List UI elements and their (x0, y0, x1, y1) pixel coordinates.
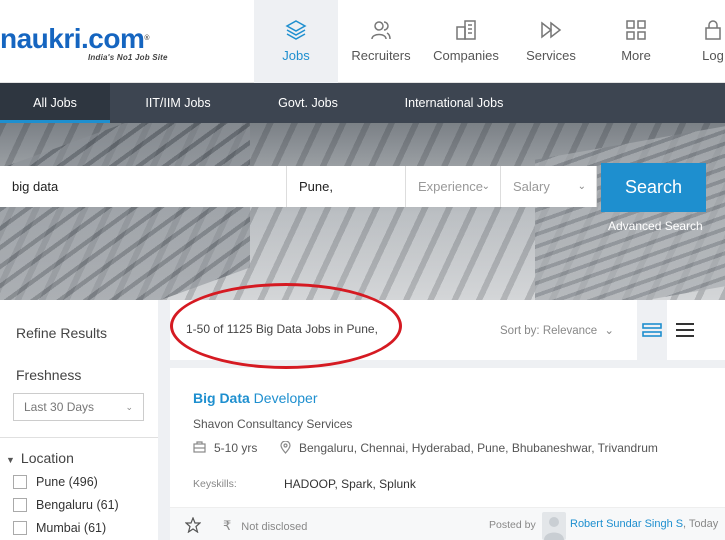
salary-select[interactable]: Salary ⌄ (501, 166, 597, 207)
job-title-link[interactable]: Big Data Developer (193, 390, 318, 406)
chevron-down-icon: ⌄ (604, 325, 615, 337)
nav-login-label: Log (702, 48, 724, 63)
nav-services-label: Services (526, 48, 576, 63)
location-filter-label: Location (20, 450, 74, 466)
location-option-label: Bengaluru (61) (36, 498, 119, 512)
location-option-label: Mumbai (61) (36, 521, 107, 535)
posted-by-label: Posted by (489, 519, 536, 531)
list-view-icon (642, 323, 662, 337)
checkbox[interactable] (13, 498, 27, 512)
location-option-bengaluru[interactable]: Bengaluru (61) (13, 498, 119, 512)
job-title-rest: Developer (249, 390, 318, 406)
job-category-tabs: All Jobs IIT/IIM Jobs Govt. Jobs Interna… (0, 83, 725, 123)
location-option-label: Pune (496) (36, 475, 98, 489)
nav-jobs-label: Jobs (282, 48, 310, 63)
nav-companies-label: Companies (433, 48, 499, 63)
briefcase-icon (193, 441, 206, 453)
users-icon (371, 21, 391, 40)
chevron-down-icon: ⌄ (481, 181, 490, 192)
person-icon (544, 517, 564, 540)
top-navigation-bar: naukri.com® India's No1 Job Site Jobs Re… (0, 0, 725, 83)
caret-down-icon: ▼ (6, 455, 15, 465)
experience-value: 5-10 yrs (214, 441, 258, 455)
tab-govt-jobs[interactable]: Govt. Jobs (262, 83, 354, 123)
tab-all-jobs[interactable]: All Jobs (0, 83, 110, 123)
job-title-highlight: Big Data (193, 390, 250, 406)
freshness-select[interactable]: Last 30 Days ⌄ (13, 393, 144, 421)
nav-companies[interactable]: Companies (424, 0, 508, 83)
checkbox[interactable] (13, 475, 27, 489)
location-pin-icon (280, 440, 291, 454)
sidebar-divider (0, 437, 158, 438)
nav-more-label: More (621, 48, 651, 63)
job-locations-value: Bengaluru, Chennai, Hyderabad, Pune, Bhu… (299, 441, 658, 455)
list-view-toggle[interactable] (637, 300, 667, 360)
search-button[interactable]: Search (601, 163, 706, 212)
star-icon (184, 516, 202, 534)
freshness-label: Freshness (16, 367, 82, 383)
nav-jobs[interactable]: Jobs (254, 0, 338, 83)
location-filter-toggle[interactable]: ▼ Location (6, 450, 74, 466)
nav-services[interactable]: Services (509, 0, 593, 83)
salary-info: ₹ Not disclosed (223, 518, 307, 534)
tab-international-jobs[interactable]: International Jobs (398, 83, 510, 123)
advanced-search-link[interactable]: Advanced Search (608, 219, 703, 233)
layers-icon (285, 20, 307, 40)
forward-icon (541, 21, 562, 39)
recruiter-name-link[interactable]: Robert Sundar Singh S (570, 518, 683, 530)
location-option-mumbai[interactable]: Mumbai (61) (13, 521, 106, 535)
logo-text: naukri.com (0, 23, 145, 54)
tab-iit-iim-jobs[interactable]: IIT/IIM Jobs (128, 83, 228, 123)
refine-results-heading: Refine Results (16, 325, 108, 341)
recruiter-avatar (542, 512, 566, 540)
save-job-button[interactable] (184, 516, 202, 534)
banner-building-right (535, 126, 725, 300)
salary-placeholder: Salary (513, 179, 550, 194)
experience-select[interactable]: Experience ⌄ (406, 166, 501, 207)
job-locations: Bengaluru, Chennai, Hyderabad, Pune, Bhu… (280, 440, 658, 455)
posted-date: , Today (683, 518, 719, 530)
location-option-pune[interactable]: Pune (496) (13, 475, 98, 489)
chevron-down-icon: ⌄ (577, 181, 586, 192)
keyskills-value: HADOOP, Spark, Splunk (284, 477, 416, 491)
freshness-value: Last 30 Days (24, 400, 95, 414)
menu-icon (676, 323, 694, 337)
compact-view-toggle[interactable] (675, 322, 695, 338)
nav-recruiters-label: Recruiters (351, 48, 411, 63)
nav-more[interactable]: More (594, 0, 678, 83)
salary-value: Not disclosed (241, 521, 308, 533)
nav-login[interactable]: Log (683, 0, 725, 83)
rupee-icon: ₹ (223, 518, 232, 533)
chevron-down-icon: ⌄ (125, 402, 133, 412)
checkbox[interactable] (13, 521, 27, 535)
red-annotation-oval (170, 283, 402, 369)
keyskills-label: Keyskills: (193, 478, 237, 490)
company-name[interactable]: Shavon Consultancy Services (193, 417, 352, 431)
nav-recruiters[interactable]: Recruiters (339, 0, 423, 83)
location-input[interactable]: Pune, (287, 166, 406, 207)
building-icon (456, 20, 476, 40)
keyword-input[interactable]: big data (0, 166, 287, 207)
logo-tagline: India's No1 Job Site (88, 53, 168, 62)
grid-icon (626, 20, 646, 40)
experience-placeholder: Experience (418, 179, 484, 194)
experience-info: 5-10 yrs (193, 441, 257, 455)
naukri-logo[interactable]: naukri.com® India's No1 Job Site (0, 23, 168, 63)
sort-by-select[interactable]: Sort by: Relevance ⌄ (500, 323, 614, 337)
sort-by-label: Sort by: Relevance (500, 325, 598, 337)
lock-icon (705, 20, 721, 40)
